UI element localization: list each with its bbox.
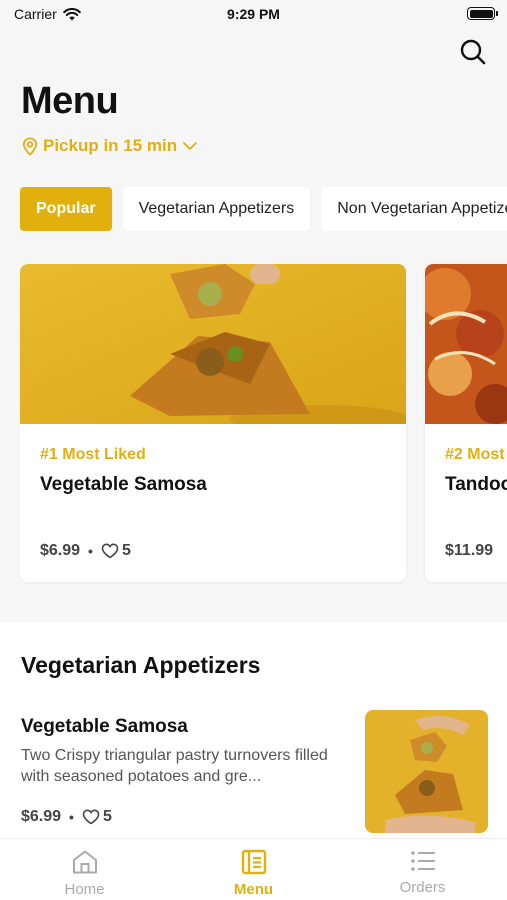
status-time: 9:29 PM [227, 6, 280, 22]
category-tabs: Popular Vegetarian Appetizers Non Vegeta… [20, 187, 507, 231]
like-count[interactable]: 5 [101, 542, 131, 560]
tab-non-vegetarian-appetizers[interactable]: Non Vegetarian Appetizers [321, 187, 507, 231]
heart-icon [101, 543, 119, 559]
featured-card[interactable]: #1 Most Liked Vegetable Samosa $6.99 • 5 [20, 264, 406, 582]
location-pin-icon [22, 137, 38, 156]
search-icon [460, 39, 486, 65]
dish-name: Tandoori Paneer Tikka [445, 474, 507, 495]
tandoori-photo [425, 264, 507, 424]
section-title: Vegetarian Appetizers [21, 652, 261, 678]
samosa-photo [20, 264, 406, 424]
dish-meta: $6.99 • 5 [40, 542, 131, 560]
home-icon [72, 850, 97, 874]
featured-carousel[interactable]: #1 Most Liked Vegetable Samosa $6.99 • 5 [20, 264, 507, 584]
page-title: Menu [21, 80, 119, 122]
separator-dot: • [69, 809, 74, 825]
pickup-label: Pickup in 15 min [43, 136, 178, 155]
tabbar-orders[interactable]: Orders [338, 839, 507, 900]
like-count[interactable]: 5 [82, 808, 112, 826]
like-count-value: 5 [102, 808, 112, 825]
featured-card[interactable]: #2 Most Liked Tandoori Paneer Tikka $11.… [425, 264, 507, 582]
tab-label: Non Vegetarian Appetizers [337, 200, 507, 217]
item-meta: $6.99 • 5 [21, 808, 112, 826]
heart-icon [82, 809, 100, 825]
list-icon [410, 851, 435, 871]
item-name: Vegetable Samosa [21, 716, 188, 737]
tab-vegetarian-appetizers[interactable]: Vegetarian Appetizers [122, 187, 311, 231]
bottom-tab-bar: Home Menu Orders [0, 838, 507, 900]
menu-section: Vegetarian Appetizers Vegetable Samosa T… [0, 622, 507, 838]
like-count-value: 5 [121, 542, 131, 559]
item-description: Two Crispy triangular pastry turnovers f… [21, 747, 328, 785]
dish-price: $11.99 [445, 542, 494, 559]
rank-badge: #1 Most Liked [40, 446, 146, 463]
menu-book-icon [241, 849, 266, 875]
tab-label: Vegetarian Appetizers [138, 200, 295, 217]
tabbar-home[interactable]: Home [0, 839, 169, 900]
item-price: $6.99 [21, 808, 62, 825]
tabbar-menu[interactable]: Menu [169, 839, 338, 900]
search-button[interactable] [459, 38, 487, 66]
tabbar-label: Menu [233, 881, 274, 898]
tab-label: Popular [36, 200, 96, 217]
tab-popular[interactable]: Popular [20, 187, 112, 231]
separator-dot: • [88, 543, 93, 559]
pickup-time-selector[interactable]: Pickup in 15 min [22, 136, 198, 156]
tabbar-label: Home [64, 881, 105, 898]
rank-badge: #2 Most Liked [445, 446, 507, 463]
dish-meta: $11.99 [445, 542, 493, 560]
chevron-down-icon [183, 142, 198, 150]
dish-price: $6.99 [40, 542, 81, 559]
battery-icon [467, 7, 498, 20]
status-bar: Carrier 9:29 PM [0, 0, 507, 28]
dish-name: Vegetable Samosa [40, 474, 207, 495]
tabbar-label: Orders [399, 879, 446, 896]
item-thumbnail[interactable] [365, 710, 488, 833]
